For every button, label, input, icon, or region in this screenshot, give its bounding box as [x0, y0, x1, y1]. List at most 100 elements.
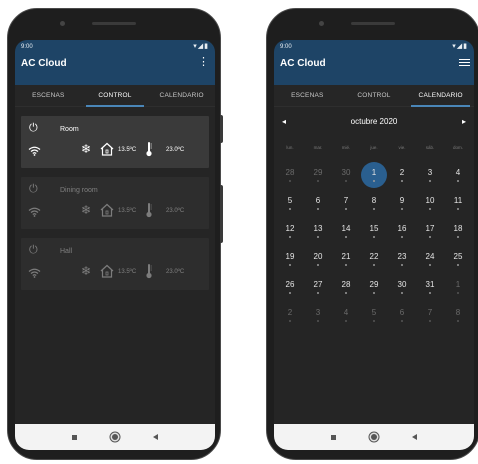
calendar-day[interactable]: 7 [332, 189, 360, 217]
calendar-day[interactable]: 3 [304, 301, 332, 329]
calendar-day[interactable]: 14 [332, 217, 360, 245]
calendar-day[interactable]: 13 [304, 217, 332, 245]
power-icon[interactable]: ⏻ [29, 184, 38, 195]
calendar-day[interactable]: 22 [360, 245, 388, 273]
calendar-day[interactable]: 26 [276, 273, 304, 301]
event-dot [345, 320, 347, 322]
calendar-day[interactable]: 4 [444, 161, 472, 189]
power-button [220, 185, 223, 243]
back-icon[interactable] [411, 434, 417, 440]
calendar-day[interactable]: 30 [332, 161, 360, 189]
calendar-day[interactable]: 21 [332, 245, 360, 273]
calendar-day[interactable]: 29 [360, 273, 388, 301]
calendar-day[interactable]: 16 [388, 217, 416, 245]
next-month-icon[interactable]: ▸ [462, 117, 466, 126]
day-number: 1 [455, 280, 461, 289]
back-icon[interactable] [152, 434, 158, 440]
calendar-day[interactable]: 31 [416, 273, 444, 301]
tab-escenas[interactable]: ESCENAS [15, 85, 82, 106]
event-dot [457, 264, 459, 266]
day-number: 6 [399, 308, 405, 317]
calendar-day[interactable]: 20 [304, 245, 332, 273]
phone-control: 9:00 ▾◢▮ AC Cloud ⋮ ESCENAS CONTROL CALE… [7, 8, 223, 460]
calendar-day[interactable]: 19 [276, 245, 304, 273]
snowflake-icon[interactable]: ❄ [81, 143, 91, 155]
calendar-day[interactable]: 10 [416, 189, 444, 217]
event-dot [429, 292, 431, 294]
tab-control[interactable]: CONTROL [82, 85, 149, 107]
app-title: AC Cloud [280, 58, 326, 69]
inside-temperature: 13.5ºC [118, 208, 137, 214]
day-number: 24 [425, 252, 435, 261]
day-number: 26 [285, 280, 295, 289]
event-dot [373, 180, 375, 182]
home-icon[interactable] [370, 434, 377, 440]
day-number: 17 [425, 224, 435, 233]
tab-escenas[interactable]: ESCENAS [274, 85, 341, 106]
snowflake-icon[interactable]: ❄ [81, 265, 91, 277]
recents-icon[interactable] [331, 434, 337, 440]
calendar-day[interactable]: 1 [444, 273, 472, 301]
calendar-day[interactable]: 7 [416, 301, 444, 329]
calendar-day[interactable]: 3 [416, 161, 444, 189]
day-number: 7 [427, 308, 433, 317]
tab-calendario[interactable]: CALENDARIO [407, 85, 474, 107]
calendar-day[interactable]: 8 [444, 301, 472, 329]
day-number: 12 [285, 224, 295, 233]
house-icon [100, 142, 114, 156]
home-icon[interactable] [111, 434, 118, 440]
calendar-day[interactable]: 28 [332, 273, 360, 301]
day-number: 31 [425, 280, 435, 289]
weekday-label: mié. [341, 145, 351, 150]
recents-icon[interactable] [72, 434, 78, 440]
weekday-label: jue. [370, 145, 378, 150]
device-card-hall[interactable]: ⏻ Hall ❄ 13.5ºC 23.0ºC [21, 238, 209, 290]
front-camera [319, 21, 324, 26]
calendar-day[interactable]: 25 [444, 245, 472, 273]
calendar-day[interactable]: 2 [276, 301, 304, 329]
calendar-day[interactable]: 5 [276, 189, 304, 217]
day-number: 11 [453, 196, 463, 205]
day-number: 13 [313, 224, 323, 233]
calendar-day[interactable]: 24 [416, 245, 444, 273]
calendar-day[interactable]: 27 [304, 273, 332, 301]
power-icon[interactable]: ⏻ [29, 245, 38, 256]
calendar-day[interactable]: 2 [388, 161, 416, 189]
calendar-day[interactable]: 28 [276, 161, 304, 189]
event-dot [289, 292, 291, 294]
list-icon[interactable] [459, 59, 470, 68]
calendar-day[interactable]: 30 [388, 273, 416, 301]
tab-control[interactable]: CONTROL [341, 85, 408, 106]
calendar-day[interactable]: 9 [388, 189, 416, 217]
calendar-day[interactable]: 11 [444, 189, 472, 217]
calendar-header: ◂ octubre 2020 ▸ [274, 111, 474, 135]
calendar-day[interactable]: 5 [360, 301, 388, 329]
calendar-day[interactable]: 1 [360, 161, 388, 189]
calendar-day[interactable]: 6 [388, 301, 416, 329]
device-name: Room [60, 126, 79, 133]
calendar-day[interactable]: 6 [304, 189, 332, 217]
calendar-day[interactable]: 17 [416, 217, 444, 245]
event-dot [345, 292, 347, 294]
device-card-dining-room[interactable]: ⏻ Dining room ❄ 13.5ºC 23.0ºC [21, 177, 209, 229]
tab-calendario[interactable]: CALENDARIO [148, 85, 215, 106]
day-number: 30 [397, 280, 407, 289]
overflow-menu-icon[interactable]: ⋮ [198, 57, 209, 68]
calendar-day[interactable]: 29 [304, 161, 332, 189]
outside-temperature: 23.0ºC [166, 269, 185, 275]
day-number: 2 [399, 168, 405, 177]
day-number: 15 [369, 224, 379, 233]
calendar-day[interactable]: 8 [360, 189, 388, 217]
weekday-label: dom. [452, 145, 463, 150]
weekday-label: lun. [286, 145, 294, 150]
calendar-day[interactable]: 15 [360, 217, 388, 245]
power-icon[interactable]: ⏻ [29, 123, 38, 134]
calendar-day[interactable]: 12 [276, 217, 304, 245]
day-number: 18 [453, 224, 463, 233]
calendar-day[interactable]: 23 [388, 245, 416, 273]
device-card-room[interactable]: ⏻ Room ❄ 13.5ºC 23.0ºC [21, 116, 209, 168]
day-number: 4 [343, 308, 349, 317]
snowflake-icon[interactable]: ❄ [81, 204, 91, 216]
calendar-day[interactable]: 4 [332, 301, 360, 329]
calendar-day[interactable]: 18 [444, 217, 472, 245]
